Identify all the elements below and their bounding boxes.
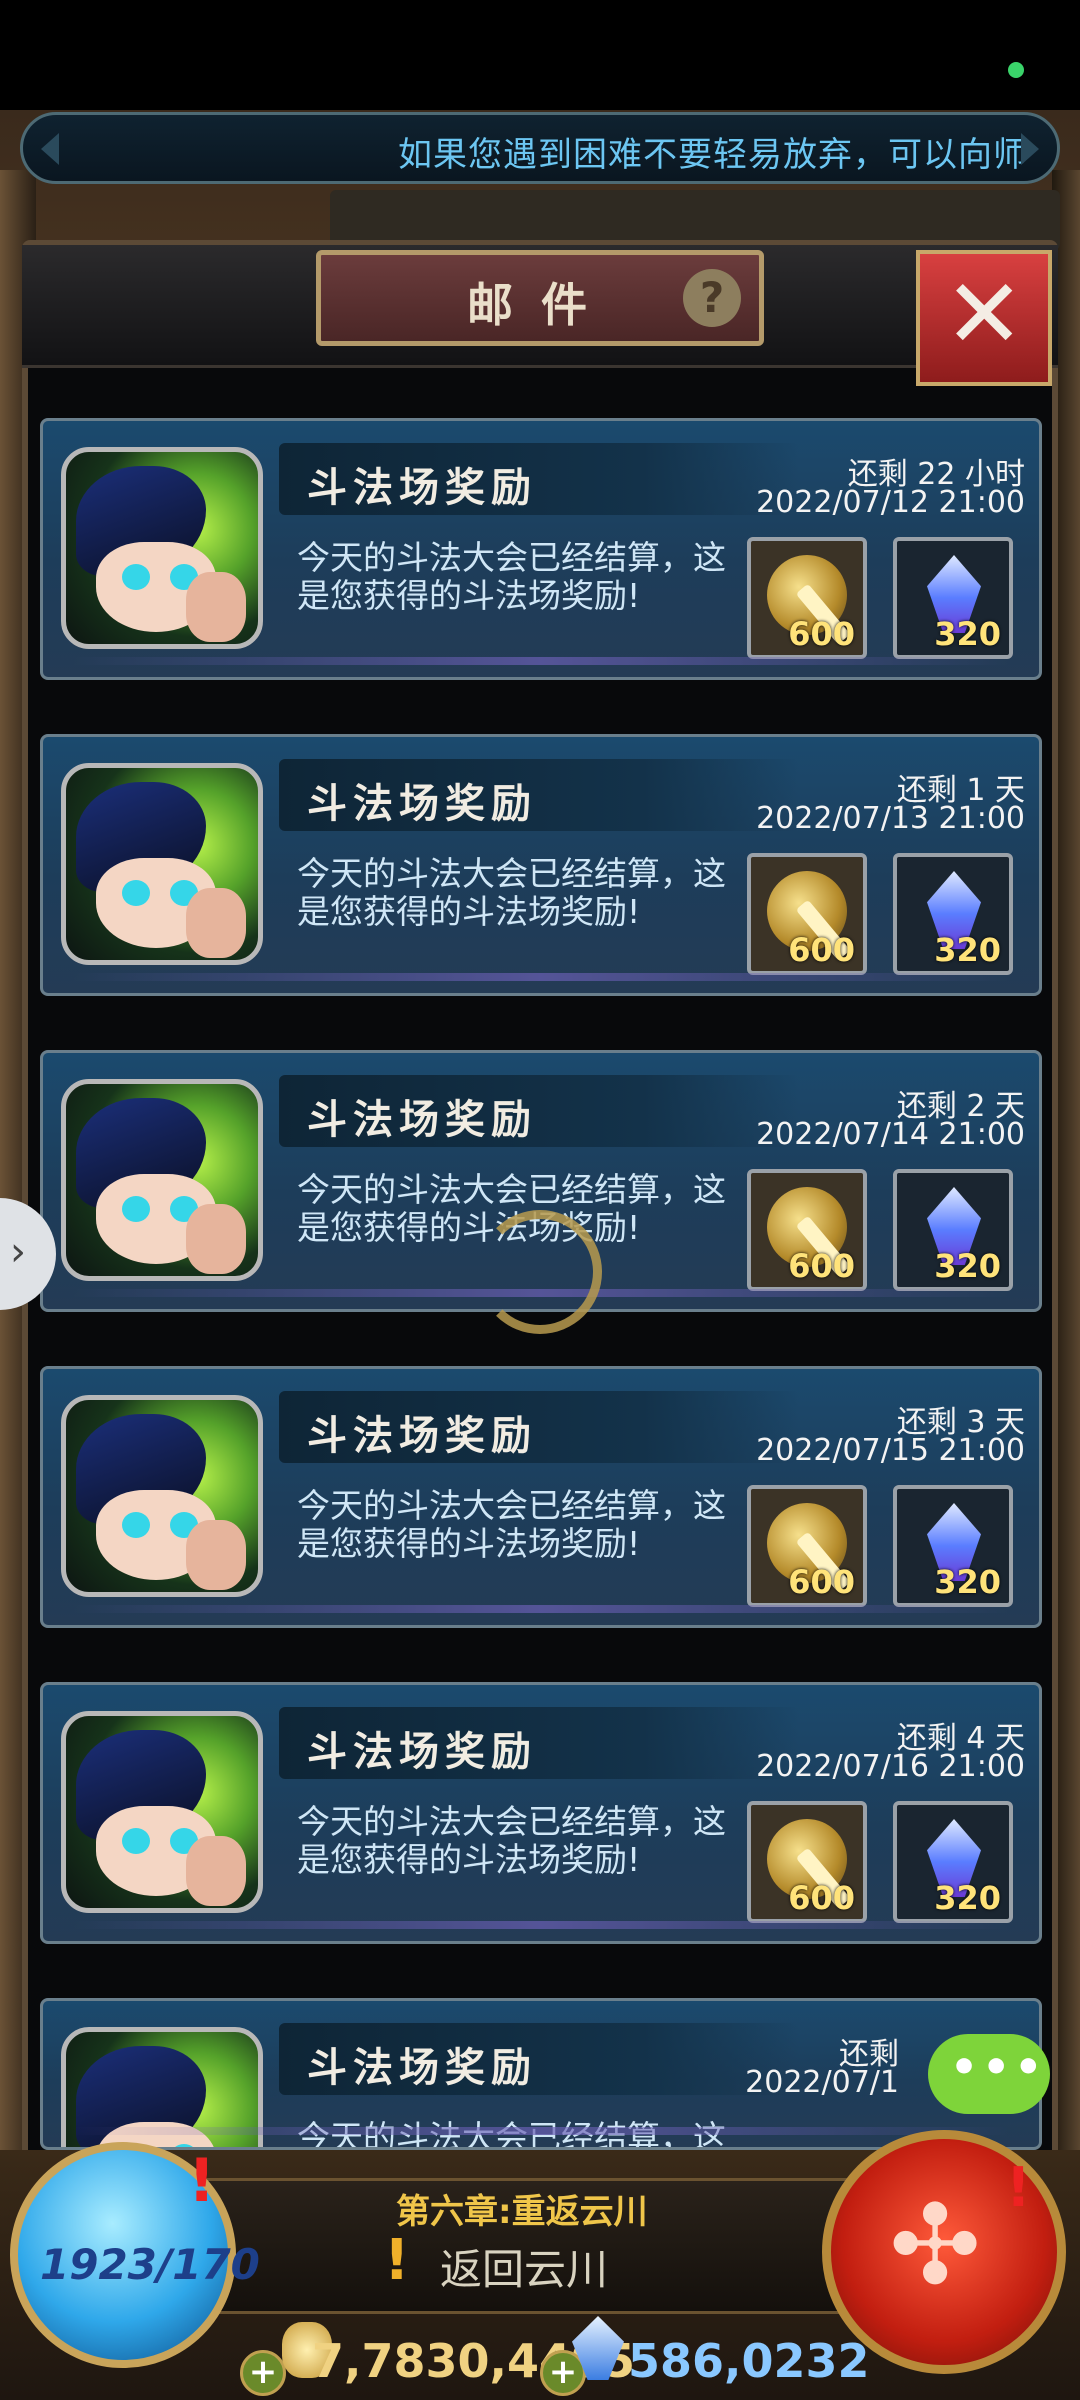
announcement-ticker: 如果您遇到困难不要轻易放弃，可以向师	[20, 112, 1060, 184]
mail-body: 今天的斗法大会已经结算，这	[297, 2118, 726, 2150]
quest-alert-icon: !	[384, 2228, 410, 2293]
reward-slot[interactable]: 600	[747, 1485, 867, 1607]
reward-count: 600	[788, 1563, 855, 1601]
reward-slot[interactable]: 600	[747, 853, 867, 975]
chapter-title: 第六章:重返云川	[396, 2192, 648, 2232]
chat-bubble-icon: •••	[950, 2042, 1047, 2093]
mail-title-bar: 斗法场奖励	[279, 443, 799, 515]
mail-date: 2022/07/12 21:00	[756, 485, 1025, 520]
alert-icon: !	[188, 2146, 216, 2216]
sender-avatar	[61, 763, 263, 965]
rune-icon: ✣	[889, 2181, 982, 2309]
mail-item[interactable]: 斗法场奖励 还剩 22 小时 2022/07/12 21:00 今天的斗法大会已…	[40, 418, 1042, 680]
reward-count: 320	[934, 1879, 1001, 1917]
reward-slot[interactable]: 320	[893, 537, 1013, 659]
sender-avatar	[61, 1711, 263, 1913]
mail-date: 2022/07/14 21:00	[756, 1117, 1025, 1152]
mail-item[interactable]: 斗法场奖励 还剩 3 天 2022/07/15 21:00 今天的斗法大会已经结…	[40, 1366, 1042, 1628]
mail-title: 斗法场奖励	[307, 1096, 537, 1143]
mail-date: 2022/07/13 21:00	[756, 801, 1025, 836]
reward-count: 320	[934, 931, 1001, 969]
return-label[interactable]: 返回云川	[440, 2236, 608, 2297]
energy-value: 1923/170	[40, 2240, 260, 2289]
mail-title-bar: 斗法场奖励	[279, 1707, 799, 1779]
chat-button[interactable]: •••	[928, 2034, 1050, 2114]
sender-avatar	[61, 1395, 263, 1597]
reward-count: 600	[788, 1247, 855, 1285]
mail-date: 2022/07/15 21:00	[756, 1433, 1025, 1468]
sender-avatar	[61, 447, 263, 649]
reward-count: 600	[788, 931, 855, 969]
reward-count: 320	[934, 1563, 1001, 1601]
close-button[interactable]: ✕	[916, 250, 1052, 386]
reward-slot[interactable]: 600	[747, 537, 867, 659]
sender-avatar	[61, 1079, 263, 1281]
reward-slot[interactable]: 320	[893, 1485, 1013, 1607]
mail-title: 斗法场奖励	[307, 2044, 537, 2091]
mail-body: 今天的斗法大会已经结算，这是您获得的斗法场奖励!	[297, 1802, 726, 1879]
loading-spinner-icon	[478, 1210, 602, 1334]
ticker-left-cap-icon	[41, 133, 59, 165]
add-gold-button[interactable]: +	[240, 2350, 286, 2396]
gem-amount: 586,0232	[628, 2334, 870, 2388]
help-button[interactable]: ?	[683, 269, 741, 327]
panel-title-plate: 邮件 ?	[316, 250, 764, 346]
reward-slot[interactable]: 600	[747, 1801, 867, 1923]
mail-item[interactable]: 斗法场奖励 还剩 2022/07/1 今天的斗法大会已经结算，这	[40, 1998, 1042, 2150]
ticker-right-cap-icon	[1021, 133, 1039, 165]
mail-title-bar: 斗法场奖励	[279, 1075, 799, 1147]
status-bar	[0, 0, 1080, 110]
mail-body: 今天的斗法大会已经结算，这是您获得的斗法场奖励!	[297, 1486, 726, 1563]
mail-item[interactable]: 斗法场奖励 还剩 4 天 2022/07/16 21:00 今天的斗法大会已经结…	[40, 1682, 1042, 1944]
mail-body: 今天的斗法大会已经结算，这是您获得的斗法场奖励!	[297, 854, 726, 931]
chevron-right-icon: ›	[10, 1229, 26, 1275]
panel-title: 邮件	[467, 278, 615, 332]
alert-icon: !	[1006, 2156, 1031, 2219]
sender-avatar	[61, 2027, 263, 2147]
mail-title-bar: 斗法场奖励	[279, 1391, 799, 1463]
mail-title: 斗法场奖励	[307, 780, 537, 827]
close-icon: ✕	[944, 258, 1025, 370]
mail-item[interactable]: 斗法场奖励 还剩 1 天 2022/07/13 21:00 今天的斗法大会已经结…	[40, 734, 1042, 996]
reward-slot[interactable]: 600	[747, 1169, 867, 1291]
mail-date: 2022/07/1	[745, 2065, 899, 2100]
reward-count: 320	[934, 1247, 1001, 1285]
reward-count: 600	[788, 1879, 855, 1917]
mail-title: 斗法场奖励	[307, 1412, 537, 1459]
reward-count: 320	[934, 615, 1001, 653]
reward-slot[interactable]: 320	[893, 1801, 1013, 1923]
mail-body: 今天的斗法大会已经结算，这是您获得的斗法场奖励!	[297, 538, 726, 615]
reward-count: 600	[788, 615, 855, 653]
mail-title-bar: 斗法场奖励	[279, 759, 799, 831]
ticker-text: 如果您遇到困难不要轻易放弃，可以向师	[398, 135, 1028, 175]
mail-title: 斗法场奖励	[307, 464, 537, 511]
reward-slot[interactable]: 320	[893, 853, 1013, 975]
mail-title-bar: 斗法场奖励	[279, 2023, 799, 2095]
reward-slot[interactable]: 320	[893, 1169, 1013, 1291]
status-indicator-icon	[1008, 62, 1024, 78]
mail-date: 2022/07/16 21:00	[756, 1749, 1025, 1784]
mail-title: 斗法场奖励	[307, 1728, 537, 1775]
